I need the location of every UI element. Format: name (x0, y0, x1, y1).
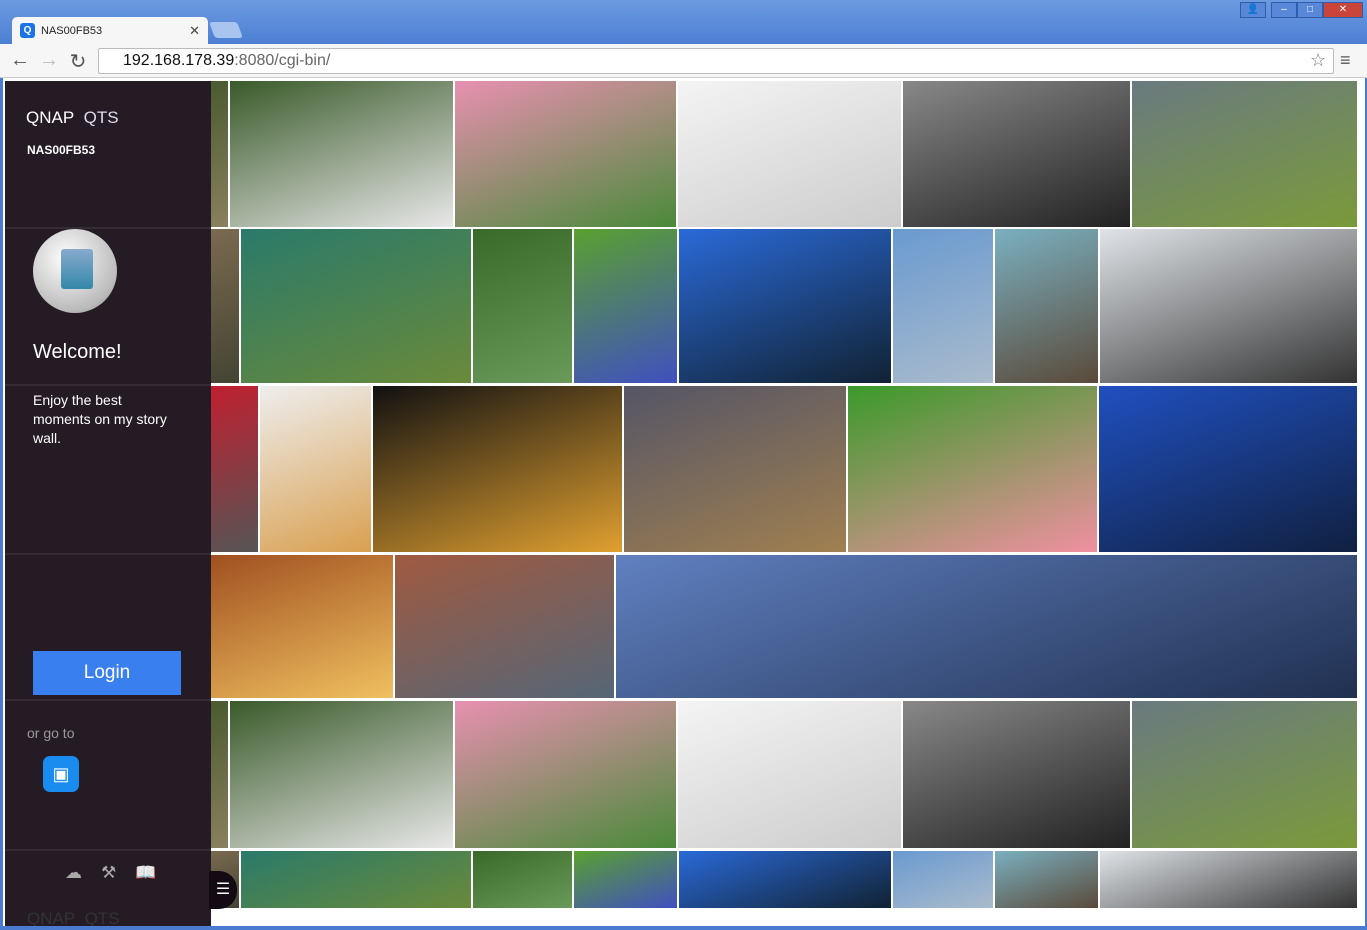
photo-tile[interactable] (373, 386, 622, 552)
photo-tile[interactable] (574, 851, 677, 908)
brand-qnap: QNAP (26, 108, 75, 127)
footer-brand: QNAP (27, 909, 76, 926)
forward-icon[interactable]: → (38, 49, 60, 72)
photo-tile[interactable] (574, 229, 677, 383)
photo-tile[interactable] (1132, 701, 1357, 848)
footer-product: QTS (84, 909, 120, 926)
book-icon[interactable]: 📖 (135, 863, 156, 883)
browser-toolbar: ← → ↻ 192.168.178.39:8080/cgi-bin/ ☆ ≡ (0, 44, 1367, 78)
or-go-to-label: or go to (27, 725, 75, 741)
photo-tile[interactable] (893, 851, 993, 908)
photo-tile[interactable] (211, 555, 393, 698)
tools-icon[interactable]: ⚒ (101, 863, 116, 883)
photo-tile[interactable] (395, 555, 614, 698)
photo-tile[interactable] (455, 701, 676, 848)
photo-tile[interactable] (679, 229, 891, 383)
photo-tile[interactable] (211, 229, 239, 383)
photo-tile[interactable] (848, 386, 1097, 552)
photo-tile[interactable] (211, 81, 228, 227)
nas-device-icon (33, 229, 117, 313)
photo-tile[interactable] (473, 229, 572, 383)
device-name: NAS00FB53 (27, 143, 96, 157)
browser-tab[interactable]: Q NAS00FB53 ✕ (12, 17, 208, 44)
bookmark-star-icon[interactable]: ☆ (1310, 50, 1326, 71)
photo-tile[interactable] (211, 386, 258, 552)
login-button[interactable]: Login (33, 651, 181, 695)
browser-titlebar: Q NAS00FB53 ✕ 👤 – □ ✕ (0, 0, 1367, 44)
tagline: Enjoy the best moments on my story wall. (33, 392, 167, 446)
photo-tile[interactable] (1100, 851, 1357, 908)
menu-icon[interactable]: ≡ (1340, 50, 1351, 71)
photo-tile[interactable] (678, 81, 901, 227)
close-tab-icon[interactable]: ✕ (189, 23, 200, 39)
reload-icon[interactable]: ↻ (67, 49, 89, 74)
photo-tile[interactable] (1132, 81, 1357, 227)
photo-tile[interactable] (230, 81, 453, 227)
photo-tile[interactable] (455, 81, 676, 227)
photo-tile[interactable] (230, 701, 453, 848)
qnap-favicon-icon: Q (20, 23, 35, 38)
photo-tile[interactable] (473, 851, 572, 908)
story-wall: QNAP QTS NAS00FB53 Welcome! Enjoy the be… (3, 78, 1365, 926)
photo-tile[interactable] (893, 229, 993, 383)
tab-title: NAS00FB53 (41, 24, 103, 37)
photo-tile[interactable] (1100, 229, 1357, 383)
photo-tile[interactable] (903, 701, 1130, 848)
photo-tile[interactable] (995, 851, 1098, 908)
brand-qts: QTS (83, 108, 119, 127)
url-host: 192.168.178.39 (123, 52, 235, 69)
photo-tile[interactable] (903, 81, 1130, 227)
url-path: :8080/cgi-bin/ (234, 52, 331, 69)
close-window-button[interactable]: ✕ (1323, 2, 1363, 18)
photo-tile[interactable] (616, 555, 1357, 698)
photo-tile[interactable] (678, 701, 901, 848)
login-panel: QNAP QTS NAS00FB53 Welcome! Enjoy the be… (5, 81, 211, 926)
back-icon[interactable]: ← (9, 49, 31, 72)
photo-tile[interactable] (211, 701, 228, 848)
photo-tile[interactable] (624, 386, 846, 552)
user-profile-button[interactable]: 👤 (1240, 2, 1266, 18)
photo-station-icon[interactable]: ▣ (43, 756, 79, 792)
address-bar[interactable]: 192.168.178.39:8080/cgi-bin/ (98, 48, 1334, 74)
photo-tile[interactable] (241, 229, 471, 383)
welcome-heading: Welcome! (33, 341, 122, 363)
minimize-button[interactable]: – (1271, 2, 1297, 18)
photo-tile[interactable] (995, 229, 1098, 383)
maximize-button[interactable]: □ (1297, 2, 1323, 18)
photo-tile[interactable] (241, 851, 471, 908)
photo-tile[interactable] (679, 851, 891, 908)
cloud-icon[interactable]: ☁ (65, 863, 82, 883)
photo-tile[interactable] (1099, 386, 1357, 552)
photo-tile[interactable] (260, 386, 371, 552)
new-tab-button[interactable] (209, 22, 243, 38)
